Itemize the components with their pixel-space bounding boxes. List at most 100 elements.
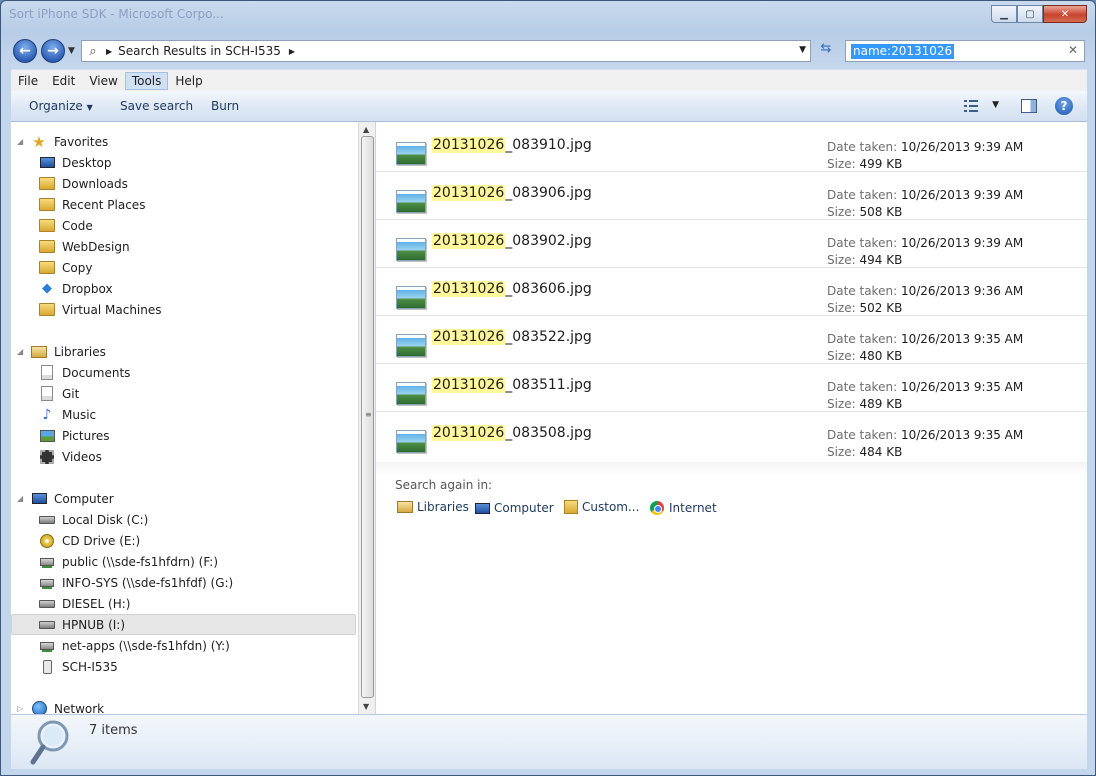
result-item[interactable]: 20131026_083906.jpg Date taken: 10/26/20…	[376, 172, 1087, 220]
result-filename[interactable]: 20131026_083508.jpg	[432, 425, 592, 441]
magnifier-icon	[30, 720, 69, 765]
explorer-window: Sort iPhone SDK - Microsoft Corpo... ▁ ▢…	[0, 0, 1096, 776]
search-again-custom[interactable]: Custom...	[564, 500, 639, 514]
result-item[interactable]: 20131026_083606.jpg Date taken: 10/26/20…	[376, 268, 1087, 316]
breadcrumb-current[interactable]: Search Results in SCH-I535	[118, 44, 281, 58]
nav-label: Videos	[62, 449, 102, 464]
clear-search-icon[interactable]: ✕	[1068, 43, 1078, 57]
scroll-down-icon[interactable]: ▼	[363, 702, 369, 711]
result-filename[interactable]: 20131026_083910.jpg	[432, 137, 592, 153]
breadcrumb-chevron-icon[interactable]: ▶	[289, 47, 295, 56]
match-highlight: 20131026	[432, 281, 506, 297]
nav-item-copy[interactable]: Copy	[39, 257, 92, 278]
burn-button[interactable]: Burn	[211, 99, 239, 113]
nav-item-webdesign[interactable]: WebDesign	[39, 236, 130, 257]
nav-item-diesel-h[interactable]: DIESEL (H:)	[39, 593, 131, 614]
nav-item-music[interactable]: ♪ Music	[39, 404, 97, 425]
nav-item-sch-i535[interactable]: SCH-I535	[39, 656, 118, 677]
removable-drive-icon	[39, 620, 55, 629]
collapse-icon[interactable]: ◢	[17, 347, 31, 356]
maximize-button[interactable]: ▢	[1017, 5, 1043, 23]
scroll-up-icon[interactable]: ▲	[363, 125, 369, 134]
view-dropdown-icon[interactable]: ▼	[992, 100, 999, 110]
filename-rest: _083606.jpg	[505, 281, 592, 297]
nav-item-code[interactable]: Code	[39, 215, 93, 236]
menu-edit[interactable]: Edit	[45, 72, 82, 90]
nav-item-videos[interactable]: Videos	[39, 446, 102, 467]
nav-item-info-sys-g[interactable]: INFO-SYS (\\sde-fs1hfdf) (G:)	[39, 572, 233, 593]
minimize-button[interactable]: ▁	[991, 5, 1017, 23]
nav-item-pictures[interactable]: Pictures	[39, 425, 110, 446]
nav-item-cd-drive-e[interactable]: CD Drive (E:)	[39, 530, 140, 551]
search-again-internet[interactable]: Internet	[649, 500, 717, 516]
nav-item-hpnub-i[interactable]: HPNUB (I:)	[11, 614, 356, 635]
nav-item-git[interactable]: Git	[39, 383, 79, 404]
result-filename[interactable]: 20131026_083902.jpg	[432, 233, 592, 249]
expand-icon[interactable]: ▷	[17, 704, 31, 713]
nav-group-libraries[interactable]: ◢ Libraries	[17, 341, 106, 362]
result-filename[interactable]: 20131026_083606.jpg	[432, 281, 592, 297]
nav-item-documents[interactable]: Documents	[39, 362, 130, 383]
search-input[interactable]: name:20131026 ✕	[845, 40, 1085, 62]
nav-item-downloads[interactable]: Downloads	[39, 173, 128, 194]
phone-device-icon	[42, 659, 52, 674]
result-item[interactable]: 20131026_083910.jpg Date taken: 10/26/20…	[376, 124, 1087, 172]
breadcrumb-separator-icon[interactable]: ▶	[106, 47, 112, 56]
menu-view[interactable]: View	[82, 72, 124, 90]
nav-item-net-apps-y[interactable]: net-apps (\\sde-fs1hfdn) (Y:)	[39, 635, 230, 656]
custom-folder-icon	[564, 500, 578, 514]
preview-pane-icon[interactable]	[1021, 99, 1037, 113]
title-bar[interactable]: Sort iPhone SDK - Microsoft Corpo... ▁ ▢…	[1, 1, 1095, 35]
nav-item-local-disk-c[interactable]: Local Disk (C:)	[39, 509, 148, 530]
search-again-libraries[interactable]: Libraries	[397, 500, 469, 514]
collapse-icon[interactable]: ◢	[17, 137, 31, 146]
nav-item-public-f[interactable]: public (\\sde-fs1hfdrn) (F:)	[39, 551, 218, 572]
close-button[interactable]: ✕	[1043, 5, 1087, 23]
address-bar[interactable]: ⌕ ▶ Search Results in SCH-I535 ▶ ▼	[81, 40, 811, 62]
nav-group-favorites[interactable]: ◢ ★ Favorites	[17, 131, 108, 152]
date-label: Date taken:	[827, 380, 898, 394]
nav-item-desktop[interactable]: Desktop	[39, 152, 112, 173]
image-file-icon	[396, 430, 426, 453]
menu-tools[interactable]: Tools	[124, 71, 169, 90]
match-highlight: 20131026	[432, 137, 506, 153]
computer-icon	[474, 502, 490, 514]
result-filename[interactable]: 20131026_083522.jpg	[432, 329, 592, 345]
help-icon[interactable]: ?	[1055, 97, 1073, 115]
recent-pages-dropdown[interactable]: ▼	[68, 46, 75, 56]
result-item[interactable]: 20131026_083508.jpg Date taken: 10/26/20…	[376, 412, 1087, 460]
date-value: 10/26/2013 9:36 AM	[900, 284, 1024, 298]
search-again-option-label: Libraries	[417, 500, 469, 514]
collapse-icon[interactable]: ◢	[17, 494, 31, 503]
filename-rest: _083902.jpg	[505, 233, 592, 249]
date-label: Date taken:	[827, 188, 898, 202]
nav-item-virtual-machines[interactable]: Virtual Machines	[39, 299, 162, 320]
result-item[interactable]: 20131026_083522.jpg Date taken: 10/26/20…	[376, 316, 1087, 364]
star-icon: ★	[32, 132, 46, 151]
result-item[interactable]: 20131026_083511.jpg Date taken: 10/26/20…	[376, 364, 1087, 412]
result-filename[interactable]: 20131026_083511.jpg	[432, 377, 592, 393]
forward-button[interactable]: →	[41, 39, 65, 63]
back-button[interactable]: ←	[13, 39, 37, 63]
save-search-button[interactable]: Save search	[120, 99, 193, 113]
documents-icon	[41, 365, 53, 380]
nav-item-dropbox[interactable]: ◆ Dropbox	[39, 278, 113, 299]
menu-file[interactable]: File	[11, 72, 45, 90]
nav-group-network[interactable]: ▷ Network	[17, 698, 104, 714]
result-date: Date taken: 10/26/2013 9:39 AM	[827, 236, 1023, 250]
address-dropdown-icon[interactable]: ▼	[799, 45, 806, 55]
nav-item-recent-places[interactable]: Recent Places	[39, 194, 145, 215]
search-again-computer[interactable]: Computer	[474, 500, 554, 516]
nav-scroll-thumb[interactable]: ≡	[361, 136, 374, 698]
refresh-button[interactable]: ⇆	[815, 41, 837, 61]
search-query[interactable]: name:20131026	[851, 44, 955, 59]
result-filename[interactable]: 20131026_083906.jpg	[432, 185, 592, 201]
nav-group-computer[interactable]: ◢ Computer	[17, 488, 114, 509]
result-item[interactable]: 20131026_083902.jpg Date taken: 10/26/20…	[376, 220, 1087, 268]
nav-scrollbar[interactable]: ▲ ≡ ▼	[358, 122, 375, 714]
organize-button[interactable]: Organize ▼	[29, 99, 93, 113]
result-size: Size: 484 KB	[827, 445, 902, 459]
view-options-icon[interactable]	[963, 98, 979, 114]
date-value: 10/26/2013 9:35 AM	[900, 428, 1024, 442]
menu-help[interactable]: Help	[168, 72, 209, 90]
